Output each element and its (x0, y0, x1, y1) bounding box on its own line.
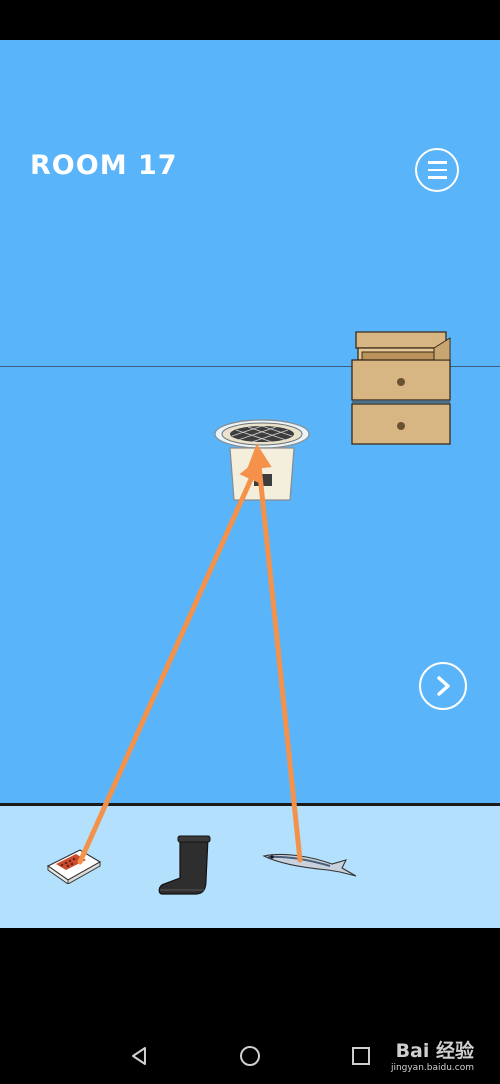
home-icon[interactable] (238, 1044, 262, 1068)
black-boot[interactable] (156, 834, 214, 898)
back-icon[interactable] (127, 1044, 151, 1068)
menu-icon (427, 161, 447, 164)
chevron-right-icon (437, 676, 450, 696)
watermark-url: jingyan.baidu.com (390, 1063, 474, 1073)
room-title: ROOM 17 (30, 150, 178, 181)
game-area: ROOM 17 (0, 40, 500, 928)
matchbox[interactable] (46, 844, 104, 884)
arrow-fish-to-grill (246, 443, 303, 863)
next-room-button[interactable] (419, 662, 467, 710)
menu-button[interactable] (415, 148, 459, 192)
drawer-knob-icon (397, 378, 405, 386)
drawer-cabinet[interactable] (348, 330, 454, 448)
watermark: Bai 经验 jingyan.baidu.com (391, 1036, 474, 1073)
watermark-brand: Bai 经验 (395, 1040, 474, 1062)
fish[interactable] (262, 848, 360, 882)
recents-icon[interactable] (349, 1044, 373, 1068)
charcoal-grill[interactable] (212, 418, 312, 502)
